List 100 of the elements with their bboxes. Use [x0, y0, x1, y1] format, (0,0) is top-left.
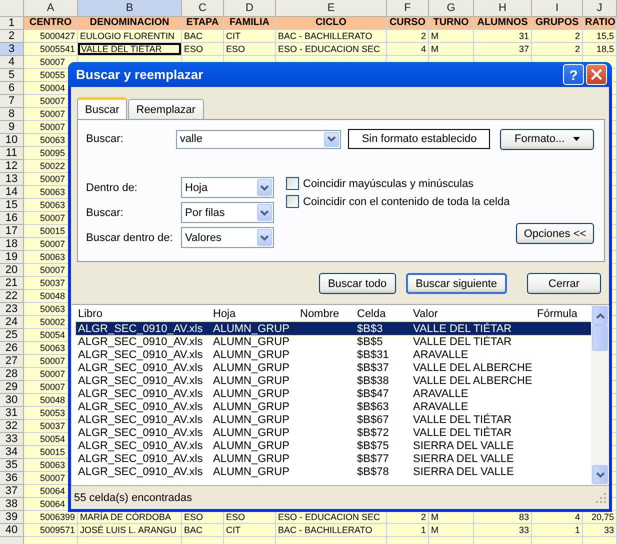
row-header[interactable]: 8: [0, 108, 24, 121]
column-header[interactable]: F: [387, 0, 429, 17]
row-header[interactable]: 31: [0, 407, 24, 420]
checkbox[interactable]: [286, 177, 299, 190]
column-header[interactable]: C: [182, 0, 224, 17]
row-header[interactable]: 7: [0, 95, 24, 108]
column-header[interactable]: Valor: [411, 308, 535, 320]
result-row[interactable]: ALGR_SEC_0910_AV.xls ALUMN_GRUP $B$67 VALLE DEL TIÉTAR: [76, 413, 591, 426]
row-header[interactable]: 32: [0, 420, 24, 433]
row-header[interactable]: 1: [0, 17, 24, 30]
checkbox-label[interactable]: Coincidir con el contenido de toda la celda: [303, 196, 510, 208]
row-header[interactable]: 37: [0, 485, 24, 498]
row-header[interactable]: 18: [0, 238, 24, 251]
column-header[interactable]: B: [78, 0, 182, 17]
column-header[interactable]: Hoja: [211, 308, 298, 320]
tab[interactable]: Reemplazar: [128, 99, 204, 119]
column-header[interactable]: Libro: [76, 308, 211, 320]
dropdown[interactable]: Valores: [181, 227, 274, 248]
help-button[interactable]: ?: [563, 64, 584, 85]
row-header[interactable]: 10: [0, 134, 24, 147]
column-header[interactable]: H: [474, 0, 532, 17]
row-header[interactable]: 35: [0, 459, 24, 472]
find-field[interactable]: valle: [176, 130, 342, 148]
row-header[interactable]: 40: [0, 524, 24, 537]
row-header[interactable]: 29: [0, 381, 24, 394]
row-header[interactable]: 22: [0, 290, 24, 303]
row-header[interactable]: 36: [0, 472, 24, 485]
scrollbar-thumb[interactable]: [592, 325, 608, 351]
row-header[interactable]: 16: [0, 212, 24, 225]
result-row[interactable]: ALGR_SEC_0910_AV.xls ALUMN_GRUP $B$38 VALLE DEL ALBERCHE: [76, 374, 591, 387]
table-cell: ESO - EDUCACION SEC: [276, 511, 387, 524]
table-cell: ESO - EDUCACION SEC: [276, 43, 387, 56]
table-cell: 50007: [24, 56, 78, 69]
row-header[interactable]: 14: [0, 186, 24, 199]
row-header[interactable]: 39: [0, 511, 24, 524]
row-header[interactable]: 38: [0, 498, 24, 511]
column-header[interactable]: Fórmula: [535, 308, 589, 320]
tab[interactable]: Buscar: [77, 97, 128, 119]
result-row[interactable]: ALGR_SEC_0910_AV.xls ALUMN_GRUP $B$47 ARAVALLE: [76, 387, 591, 400]
row-header[interactable]: 15: [0, 199, 24, 212]
dropdown[interactable]: Por filas: [181, 202, 274, 223]
column-header[interactable]: A: [24, 0, 78, 17]
column-header[interactable]: E: [276, 0, 387, 17]
row-header[interactable]: 2: [0, 30, 24, 43]
row-header[interactable]: 34: [0, 446, 24, 459]
row-header[interactable]: 4: [0, 56, 24, 69]
table-cell: 4: [532, 511, 583, 524]
row-header[interactable]: 9: [0, 121, 24, 134]
result-row[interactable]: ALGR_SEC_0910_AV.xls ALUMN_GRUP $B$37 VALLE DEL ALBERCHE: [76, 361, 591, 374]
column-header[interactable]: D: [224, 0, 276, 17]
row-header[interactable]: 11: [0, 147, 24, 160]
result-row[interactable]: ALGR_SEC_0910_AV.xls ALUMN_GRUP $B$75 SIERRA DEL VALLE: [76, 439, 591, 452]
checkbox[interactable]: [286, 195, 299, 208]
resize-grip-icon[interactable]: [596, 492, 606, 502]
column-header[interactable]: G: [429, 0, 474, 17]
row-header[interactable]: 30: [0, 394, 24, 407]
format-preview: Sin formato establecido: [348, 129, 490, 149]
scroll-down-button[interactable]: [592, 465, 608, 484]
result-row[interactable]: ALGR_SEC_0910_AV.xls ALUMN_GRUP $B$72 VALLE DEL TIÉTAR: [76, 426, 591, 439]
table-cell: M: [429, 30, 474, 43]
action-button[interactable]: Cerrar: [527, 273, 601, 294]
row-header[interactable]: 24: [0, 316, 24, 329]
chevron-down-icon: [596, 472, 604, 478]
row-header[interactable]: 13: [0, 173, 24, 186]
table-cell-text: $B$77: [356, 452, 390, 464]
format-button[interactable]: Formato...: [500, 128, 594, 150]
row-header[interactable]: 6: [0, 82, 24, 95]
row-header[interactable]: 12: [0, 160, 24, 173]
row-header[interactable]: 20: [0, 264, 24, 277]
result-row[interactable]: ALGR_SEC_0910_AV.xls ALUMN_GRUP $B$77 SIERRA DEL VALLE: [76, 452, 591, 465]
table-cell-text: ALUMN_GRUP: [212, 440, 290, 452]
scroll-up-button[interactable]: [592, 306, 608, 325]
result-row[interactable]: ALGR_SEC_0910_AV.xls ALUMN_GRUP $B$63 ARAVALLE: [76, 400, 591, 413]
action-button[interactable]: Buscar todo: [318, 273, 396, 294]
result-row[interactable]: ALGR_SEC_0910_AV.xls ALUMN_GRUP $B$78 SIERRA DEL VALLE: [76, 465, 591, 478]
row-header[interactable]: 27: [0, 355, 24, 368]
row-header[interactable]: 23: [0, 303, 24, 316]
action-button[interactable]: Buscar siguiente: [406, 273, 507, 294]
row-header[interactable]: 17: [0, 225, 24, 238]
column-header[interactable]: I: [532, 0, 583, 17]
column-header[interactable]: Nombre: [298, 308, 355, 320]
column-header[interactable]: Celda: [355, 308, 411, 320]
result-row[interactable]: ALGR_SEC_0910_AV.xls ALUMN_GRUP $B$5 VALLE DEL TIÉTAR: [76, 335, 591, 348]
result-row[interactable]: ALGR_SEC_0910_AV.xls ALUMN_GRUP $B$3 VALLE DEL TIÉTAR: [76, 322, 591, 335]
row-header[interactable]: 19: [0, 251, 24, 264]
row-header[interactable]: 33: [0, 433, 24, 446]
row-header[interactable]: 3: [0, 43, 24, 56]
row-header[interactable]: 26: [0, 342, 24, 355]
table-cell: MARÍA DE CÓRDOBA: [78, 511, 182, 524]
column-header[interactable]: J: [583, 0, 617, 17]
row-header[interactable]: 5: [0, 69, 24, 82]
scrollbar[interactable]: [591, 305, 609, 485]
options-button[interactable]: Opciones <<: [516, 223, 594, 244]
dropdown[interactable]: Hoja: [181, 177, 274, 198]
row-header[interactable]: 21: [0, 277, 24, 290]
checkbox-label[interactable]: Coincidir mayúsculas y minúsculas: [303, 178, 474, 190]
result-row[interactable]: ALGR_SEC_0910_AV.xls ALUMN_GRUP $B$31 ARAVALLE: [76, 348, 591, 361]
close-button[interactable]: [586, 64, 607, 85]
row-header[interactable]: 28: [0, 368, 24, 381]
row-header[interactable]: 25: [0, 329, 24, 342]
